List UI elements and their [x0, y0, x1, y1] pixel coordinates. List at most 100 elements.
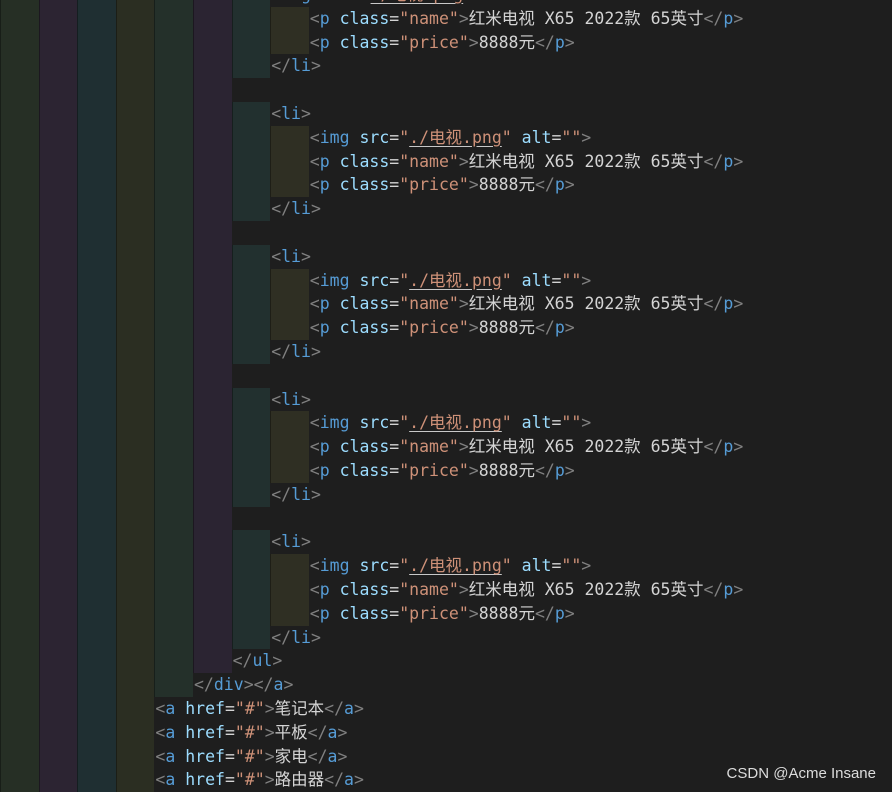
code-punctuation: >	[301, 246, 311, 266]
code-string-quote: "	[399, 270, 410, 290]
indent-guide	[38, 459, 78, 483]
code-punctuation: <	[309, 270, 320, 290]
code-punctuation: >	[564, 603, 575, 623]
code-link-path[interactable]: ./电视.png	[409, 271, 502, 290]
code-line[interactable]: <p class="price">8888元</p>	[0, 30, 892, 55]
code-punctuation: >	[733, 151, 744, 171]
code-tag-name: p	[319, 32, 330, 52]
code-line[interactable]: <p class="price">8888元</p>	[0, 459, 892, 483]
indent-guide	[231, 6, 271, 31]
code-line[interactable]: <a href="#">笔记本</a>	[0, 697, 892, 721]
code-tag-name: p	[319, 151, 330, 171]
code-line[interactable]: <img src="./电视.png" alt="">	[0, 411, 892, 436]
code-line[interactable]	[0, 78, 892, 102]
code-line[interactable]: <p class="price">8888元</p>	[0, 173, 892, 198]
code-string-quote: "	[399, 461, 410, 480]
code-line[interactable]: <img src="./电视.png" alt="">	[0, 268, 892, 293]
code-link-path[interactable]: ./电视.png	[409, 413, 502, 432]
indent-guide	[154, 30, 193, 55]
code-line[interactable]: <p class="name">红米电视 X65 2022款 65英寸</p>	[0, 435, 892, 459]
code-line[interactable]: <img src="./电视.png" alt="">	[0, 125, 892, 150]
indent-guide	[77, 125, 116, 150]
code-line[interactable]: <p class="name">红米电视 X65 2022款 65英寸</p>	[0, 292, 892, 317]
code-editor[interactable]: <img src="./电视.png" alt=""><p class="nam…	[0, 0, 892, 792]
code-line[interactable]: </li>	[0, 625, 892, 650]
indent-guide	[0, 697, 39, 721]
code-line[interactable]: <img src="./电视.png" alt="">	[0, 554, 892, 578]
code-line[interactable]: <p class="name">红米电视 X65 2022款 65英寸</p>	[0, 6, 892, 31]
code-punctuation: <	[271, 104, 282, 123]
indent-guide	[115, 768, 155, 792]
code-equals: =	[389, 151, 400, 171]
indent-guide	[193, 149, 232, 174]
code-line[interactable]: <p class="name">红米电视 X65 2022款 65英寸</p>	[0, 578, 892, 602]
code-line[interactable]: <li>	[0, 387, 892, 412]
code-punctuation: >	[264, 770, 275, 790]
code-line[interactable]: </div></a>	[0, 673, 892, 697]
indent-guide	[115, 649, 155, 674]
indent-guide	[77, 459, 116, 483]
code-punctuation: </	[703, 437, 724, 457]
code-line[interactable]: </li>	[0, 482, 892, 507]
code-tag-name: p	[723, 8, 734, 28]
code-line[interactable]: <p class="price">8888元</p>	[0, 601, 892, 626]
code-punctuation: <	[309, 8, 320, 28]
indent-guide	[193, 197, 232, 221]
code-line[interactable]: <p class="name">红米电视 X65 2022款 65英寸</p>	[0, 149, 892, 174]
indent-guide	[115, 363, 155, 388]
code-string-quote: "	[399, 413, 410, 433]
code-punctuation: <	[271, 246, 282, 266]
code-attribute: alt	[521, 413, 552, 433]
indent-guide	[38, 530, 78, 555]
code-line[interactable]: </li>	[0, 340, 892, 364]
code-link-path[interactable]: ./电视.png	[371, 0, 464, 4]
code-string-quote: "	[448, 8, 459, 28]
code-string-quote: "	[399, 151, 410, 171]
code-string-quote: "	[458, 32, 469, 52]
code-attribute: class	[339, 437, 390, 457]
code-attribute: class	[339, 580, 390, 599]
code-text-content: 8888元	[478, 603, 535, 623]
indent-guide	[0, 197, 39, 221]
code-line[interactable]: </ul>	[0, 649, 892, 674]
code-line[interactable]: <p class="price">8888元</p>	[0, 316, 892, 340]
code-text-content: 路由器	[274, 770, 325, 790]
code-string-quote: "	[399, 127, 410, 147]
indent-guide	[154, 601, 193, 626]
code-line[interactable]: <li>	[0, 244, 892, 269]
code-line[interactable]: <li>	[0, 530, 892, 555]
code-attribute: class	[339, 151, 390, 171]
code-line[interactable]	[0, 363, 892, 388]
indent-guide	[154, 78, 193, 102]
code-punctuation: >	[581, 413, 592, 433]
indent-guide	[115, 316, 155, 340]
indent-guide	[77, 0, 116, 7]
code-link-path[interactable]: ./电视.png	[409, 556, 502, 575]
code-link-path[interactable]: ./电视.png	[409, 128, 502, 147]
code-line[interactable]: <a href="#">平板</a>	[0, 720, 892, 745]
code-tag-name: li	[291, 342, 311, 361]
code-line[interactable]: <img src="./电视.png" alt="">	[0, 0, 892, 7]
code-line[interactable]: </li>	[0, 54, 892, 79]
code-line[interactable]	[0, 221, 892, 245]
indent-guide	[38, 149, 78, 174]
indent-guide	[38, 578, 78, 602]
code-punctuation: >	[301, 104, 311, 123]
indent-guide	[193, 387, 232, 412]
code-line[interactable]	[0, 506, 892, 531]
indent-guide	[0, 54, 39, 79]
indent-guide	[231, 102, 271, 126]
indent-guide	[193, 125, 232, 150]
indent-guide	[38, 768, 78, 792]
code-tag-name: p	[319, 461, 330, 480]
code-string-quote: "	[501, 270, 512, 290]
indent-guide	[77, 6, 116, 31]
code-line[interactable]: <li>	[0, 102, 892, 126]
code-attribute: class	[339, 32, 390, 52]
code-line[interactable]: </li>	[0, 197, 892, 221]
